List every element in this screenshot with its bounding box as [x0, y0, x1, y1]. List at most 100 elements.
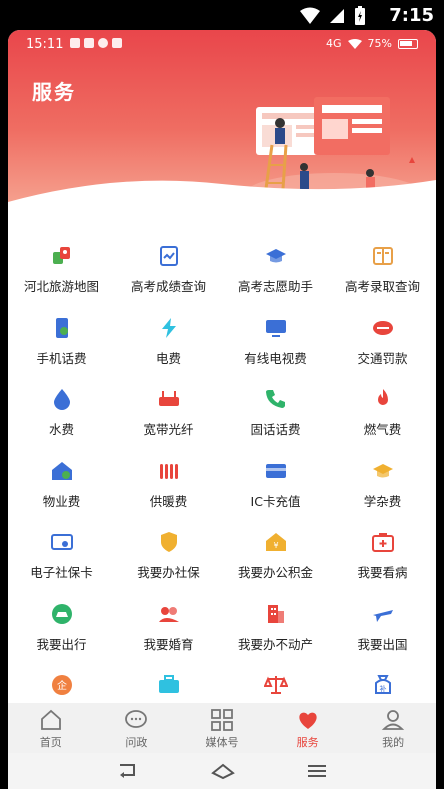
- service-item[interactable]: 电子社保卡: [8, 521, 115, 593]
- service-item[interactable]: 高考录取查询: [329, 235, 436, 307]
- nav-label: 我的: [382, 736, 405, 749]
- notification-icon: [98, 38, 108, 48]
- fund-house-icon: ¥: [264, 530, 288, 554]
- medical-kit-icon: [371, 530, 395, 554]
- home-icon: [38, 709, 64, 731]
- service-label: 我要办公积金: [237, 565, 313, 580]
- service-label: 高考录取查询: [344, 279, 420, 294]
- service-label: 我要办不动产: [237, 636, 313, 652]
- app-screen: 15:11 4G 75% 服务 河北旅游地图 高考成绩查询 高考志愿助手 高考录…: [8, 30, 436, 789]
- nav-item[interactable]: 我的: [350, 703, 436, 753]
- home-system-icon[interactable]: [211, 761, 235, 781]
- battery-icon: [398, 38, 418, 49]
- header-wave: [8, 180, 436, 212]
- service-row: 手机话费 电费 有线电视费 交通罚款: [8, 307, 436, 379]
- shield-icon: [157, 530, 181, 554]
- couple-icon: [157, 602, 181, 626]
- service-label: 水费: [48, 422, 74, 437]
- water-drop-icon: [50, 387, 74, 411]
- service-label: 电费: [155, 350, 181, 366]
- phone-status-icons: [300, 6, 366, 26]
- svg-text:企: 企: [57, 679, 67, 692]
- inner-status-right: 4G 75%: [326, 37, 418, 50]
- social-card-icon: [50, 530, 74, 554]
- service-item[interactable]: 我要出行: [8, 593, 115, 665]
- battery-percent: 75%: [367, 37, 392, 50]
- graduation-cap-icon: [371, 459, 395, 483]
- service-item[interactable]: 高考志愿助手: [222, 235, 329, 307]
- bottom-nav: 首页 问政 媒体号 服务 我的: [8, 703, 436, 753]
- tv-icon: [264, 316, 288, 340]
- chat-bubble-icon: [123, 709, 149, 731]
- nav-label: 媒体号: [205, 736, 239, 749]
- travel-icon: [50, 602, 74, 626]
- service-label: 我要出行: [36, 636, 87, 652]
- service-label: 有线电视费: [244, 350, 307, 366]
- service-label: 高考成绩查询: [130, 279, 206, 294]
- service-label: 燃气费: [363, 422, 402, 437]
- service-item[interactable]: 河北旅游地图: [8, 235, 115, 307]
- admission-book-icon: [371, 244, 395, 268]
- service-item[interactable]: 有线电视费: [222, 307, 329, 379]
- service-item[interactable]: 水费: [8, 378, 115, 450]
- battery-charging-icon: [355, 6, 365, 25]
- service-label: 宽带光纤: [143, 422, 194, 437]
- service-grid: 河北旅游地图 高考成绩查询 高考志愿助手 高考录取查询手机话费 电费 有线电视费 交通罚款水…: [8, 235, 436, 736]
- building-icon: [264, 602, 288, 626]
- service-header: 15:11 4G 75% 服务: [8, 30, 436, 212]
- router-icon: [157, 387, 181, 411]
- service-item[interactable]: 燃气费: [329, 378, 436, 450]
- service-label: 学杂费: [363, 493, 402, 509]
- nav-item[interactable]: 首页: [8, 703, 94, 753]
- inner-time: 15:11: [26, 37, 64, 52]
- page-title: 服务: [32, 80, 76, 104]
- back-icon[interactable]: [116, 761, 138, 781]
- user-icon: [380, 709, 406, 731]
- nav-item[interactable]: 媒体号: [179, 703, 265, 753]
- service-row: 物业费 供暖费 IC卡充值 学杂费: [8, 450, 436, 522]
- graduation-cap-icon: [264, 244, 288, 268]
- service-label: 我要办社保: [137, 565, 200, 580]
- service-item[interactable]: 供暖费: [115, 450, 222, 522]
- service-item[interactable]: 宽带光纤: [115, 378, 222, 450]
- radiator-icon: [157, 459, 181, 483]
- service-label: 供暖费: [149, 493, 188, 509]
- scales-icon: [263, 673, 288, 697]
- flame-icon: [371, 387, 395, 411]
- wifi-icon: [300, 7, 320, 24]
- nav-label: 问政: [125, 736, 148, 749]
- notification-icon: [70, 38, 80, 48]
- subsidy-bag-icon: 补: [371, 673, 395, 697]
- grid-icon: [209, 709, 235, 731]
- service-item[interactable]: 我要婚育: [115, 593, 222, 665]
- service-label: 高考志愿助手: [237, 279, 313, 294]
- lightning-icon: [157, 316, 181, 340]
- service-item[interactable]: IC卡充值: [222, 450, 329, 522]
- service-item[interactable]: 手机话费: [8, 307, 115, 379]
- briefcase-icon: [157, 673, 181, 697]
- service-item[interactable]: 学杂费: [329, 450, 436, 522]
- service-label: 交通罚款: [357, 350, 408, 366]
- service-item[interactable]: 我要办不动产: [222, 593, 329, 665]
- service-item[interactable]: 电费: [115, 307, 222, 379]
- nav-item[interactable]: 服务: [265, 703, 351, 753]
- service-label: 电子社保卡: [30, 565, 93, 580]
- phone-status-bar: 7:15: [0, 0, 444, 32]
- telephone-icon: [264, 387, 288, 411]
- service-item[interactable]: 我要出国: [329, 593, 436, 665]
- menu-icon[interactable]: [306, 761, 328, 781]
- service-item[interactable]: 物业费: [8, 450, 115, 522]
- service-item[interactable]: 我要办社保: [115, 521, 222, 593]
- score-report-icon: [157, 244, 181, 268]
- nav-item[interactable]: 问政: [94, 703, 180, 753]
- service-item[interactable]: 交通罚款: [329, 307, 436, 379]
- service-item[interactable]: 我要看病: [329, 521, 436, 593]
- service-item[interactable]: ¥ 我要办公积金: [222, 521, 329, 593]
- svg-text:¥: ¥: [273, 541, 278, 550]
- service-label: 河北旅游地图: [23, 279, 99, 294]
- service-item[interactable]: 高考成绩查询: [115, 235, 222, 307]
- service-label: 我要看病: [357, 565, 408, 580]
- service-item[interactable]: 固话话费: [222, 378, 329, 450]
- airplane-icon: [371, 602, 395, 626]
- heart-icon: [295, 709, 321, 731]
